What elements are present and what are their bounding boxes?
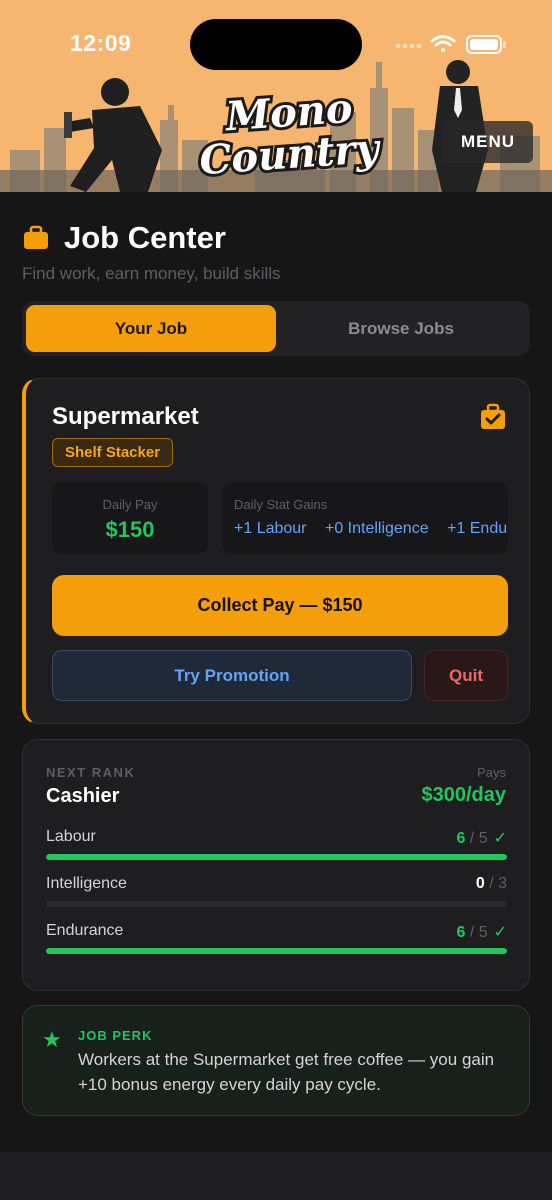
battery-icon: [466, 35, 506, 54]
requirement-separator: /: [484, 875, 499, 892]
job-employer: Supermarket: [52, 403, 199, 430]
check-icon: ✓: [493, 924, 507, 941]
job-perk-label: JOB PERK: [78, 1028, 153, 1043]
requirement-required: 3: [498, 875, 507, 892]
check-icon: ✓: [493, 830, 507, 847]
requirement-current: 6: [456, 924, 466, 941]
bottom-bar: [0, 1152, 552, 1200]
daily-pay-value: $150: [105, 517, 155, 542]
requirement-separator: /: [465, 924, 479, 941]
stat-gains-list: +1 Labour +0 Intelligence +1 Endurance: [234, 520, 508, 538]
dynamic-island: [190, 19, 362, 70]
requirement-name: Intelligence: [46, 875, 127, 892]
briefcase-icon: [24, 225, 48, 249]
job-perk-card: ★ JOB PERK Workers at the Supermarket ge…: [22, 1005, 530, 1116]
page-header: Job Center: [22, 220, 226, 256]
menu-button[interactable]: MENU: [443, 121, 533, 163]
progress-fill: [46, 854, 507, 860]
requirement-value: 6 / 5 ✓: [456, 922, 507, 942]
quit-job-button[interactable]: Quit: [424, 650, 508, 701]
daily-pay-box: Daily Pay $150: [52, 482, 208, 554]
requirement-current: 6: [456, 830, 466, 847]
requirement-endurance: Endurance 6 / 5 ✓: [46, 922, 507, 954]
progress-bar: [46, 854, 507, 860]
next-rank-card: NEXT RANK Cashier Pays $300/day Labour 6…: [22, 739, 530, 991]
page-subtitle: Find work, earn money, build skills: [22, 264, 281, 283]
pays-value: $300/day: [421, 784, 506, 806]
job-tabs: Your Job Browse Jobs: [22, 301, 530, 356]
progress-fill: [46, 948, 507, 954]
next-rank-label: NEXT RANK: [46, 765, 136, 780]
daily-pay-label: Daily Pay: [102, 497, 158, 512]
requirement-required: 5: [478, 924, 488, 941]
requirement-intelligence: Intelligence 0 / 3: [46, 875, 507, 907]
requirement-separator: /: [465, 830, 479, 847]
status-time: 12:09: [70, 30, 132, 56]
requirement-labour: Labour 6 / 5 ✓: [46, 828, 507, 860]
try-promotion-button[interactable]: Try Promotion: [52, 650, 412, 701]
requirement-current: 0: [475, 875, 485, 892]
collect-pay-button[interactable]: Collect Pay — $150: [52, 575, 508, 636]
progress-bar: [46, 948, 507, 954]
stat-gain-labour: +1 Labour: [234, 520, 307, 537]
pays-label: Pays: [477, 765, 506, 780]
star-icon: ★: [42, 1027, 62, 1052]
page-title: Job Center: [64, 220, 226, 255]
next-rank-name: Cashier: [46, 785, 120, 807]
requirement-required: 5: [478, 830, 488, 847]
requirement-value: 0 / 3: [476, 875, 507, 893]
signal-icon: [395, 43, 422, 49]
svg-text:Country: Country: [198, 125, 383, 178]
requirement-name: Labour: [46, 828, 96, 845]
daily-stat-gains-box: Daily Stat Gains +1 Labour +0 Intelligen…: [222, 482, 508, 554]
status-icons: [395, 35, 506, 54]
briefcase-check-icon: [481, 403, 505, 429]
tab-your-job[interactable]: Your Job: [26, 305, 276, 352]
requirement-name: Endurance: [46, 922, 124, 939]
job-rank-badge: Shelf Stacker: [52, 438, 174, 467]
requirement-value: 6 / 5 ✓: [456, 828, 507, 848]
stat-gains-label: Daily Stat Gains: [234, 497, 328, 512]
stat-gain-intelligence: +0 Intelligence: [324, 520, 429, 537]
tab-browse-jobs[interactable]: Browse Jobs: [276, 305, 526, 352]
wifi-icon: [430, 35, 456, 52]
stat-gain-endurance: +1 Endurance: [447, 520, 508, 537]
header-banner: 12:09 Mono Mono Country Country MENU: [0, 0, 552, 192]
progress-bar: [46, 901, 507, 907]
mono-country-logo: Mono Mono Country Country: [198, 86, 386, 178]
current-job-card: Supermarket Shelf Stacker Daily Pay $150…: [22, 378, 530, 724]
job-perk-text: Workers at the Supermarket get free coff…: [78, 1050, 495, 1094]
